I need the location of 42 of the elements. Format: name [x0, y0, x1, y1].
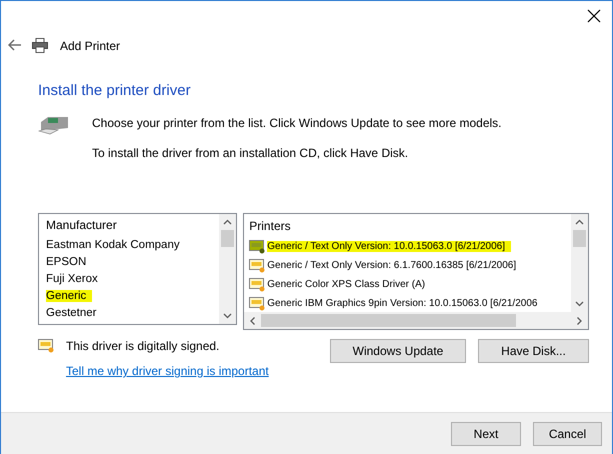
footer-button[interactable]: Cancel: [533, 422, 602, 446]
list-item[interactable]: EPSON: [46, 256, 86, 268]
certificate-icon: [249, 278, 266, 292]
list-item[interactable]: Fuji Xerox: [46, 272, 98, 284]
list-item[interactable]: Generic / Text Only Version: 10.0.15063.0 [6/21/2006]: [267, 241, 512, 252]
printer-icon: [38, 114, 71, 136]
instruction-text: To install the driver from an installation CD, click Have Disk.: [92, 146, 410, 160]
back-arrow-icon: [8, 38, 22, 50]
scroll-down-icon[interactable]: [575, 301, 584, 307]
certificate-icon: [249, 296, 266, 310]
scroll-up-icon[interactable]: [575, 219, 584, 225]
action-button[interactable]: Windows Update: [330, 339, 466, 363]
signature-status: This driver is digitally signed.: [66, 339, 220, 353]
vertical-scrollbar[interactable]: [219, 214, 236, 324]
page-heading: Install the printer driver: [38, 82, 192, 99]
list-item[interactable]: Generic IBM Graphics 9pin Version: 10.0.15063.0 [6/21/2006: [267, 298, 538, 309]
list-item[interactable]: Generic: [46, 290, 92, 302]
column-header: Printers: [249, 219, 292, 233]
list-item[interactable]: Generic / Text Only Version: 6.1.7600.16385 [6/21/2006]: [267, 260, 516, 271]
footer-button[interactable]: Next: [451, 422, 521, 446]
scroll-right-icon[interactable]: [576, 316, 582, 325]
scroll-left-icon[interactable]: [250, 316, 256, 325]
list-item[interactable]: Gestetner: [46, 306, 96, 318]
certificate-icon: [249, 240, 266, 254]
horizontal-scrollbar[interactable]: [244, 312, 588, 329]
action-button[interactable]: Have Disk...: [478, 339, 589, 363]
scrollbar-thumb[interactable]: [261, 314, 516, 327]
scroll-up-icon[interactable]: [223, 219, 232, 225]
scrollbar-thumb[interactable]: [221, 230, 234, 247]
instruction-text: Choose your printer from the list. Click Windows Update to see more models.: [92, 116, 502, 130]
driver-signing-link[interactable]: Tell me why driver signing is important: [66, 364, 269, 378]
certificate-icon: [38, 339, 54, 353]
certificate-icon: [249, 258, 266, 272]
scrollbar-thumb[interactable]: [573, 230, 586, 247]
column-header: Manufacturer: [46, 218, 118, 232]
close-icon: [587, 9, 601, 23]
vertical-scrollbar[interactable]: [571, 214, 588, 312]
window-title: Add Printer: [60, 38, 120, 52]
scroll-down-icon[interactable]: [223, 313, 232, 319]
list-item[interactable]: Generic Color XPS Class Driver (A): [267, 279, 426, 290]
list-item[interactable]: Eastman Kodak Company: [46, 238, 180, 250]
printer-icon: [32, 38, 48, 53]
